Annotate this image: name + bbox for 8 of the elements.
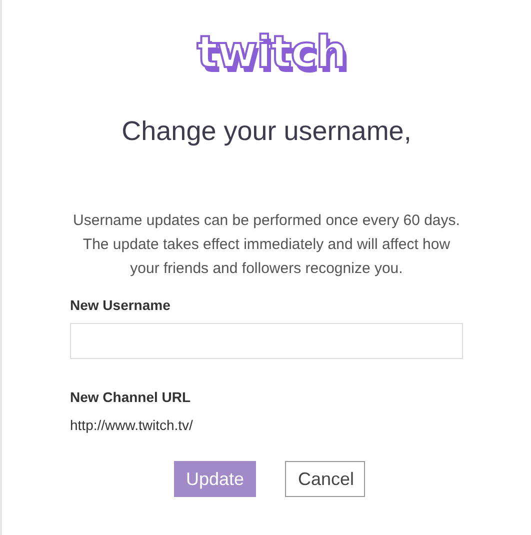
username-input-field[interactable] [70, 323, 463, 359]
cancel-button[interactable]: Cancel [285, 461, 365, 497]
channel-url-text: http://www.twitch.tv/ [70, 417, 194, 433]
twitch-logo: twitch [196, 28, 346, 78]
page-title: Change your username, [122, 116, 412, 147]
description-text: Username updates can be performed once every 60 days. The update takes effect immediately and will affect how your friends and followers recognize you. [72, 211, 461, 279]
field-label: New Username [70, 297, 172, 313]
field-label: New Channel URL [70, 389, 192, 405]
